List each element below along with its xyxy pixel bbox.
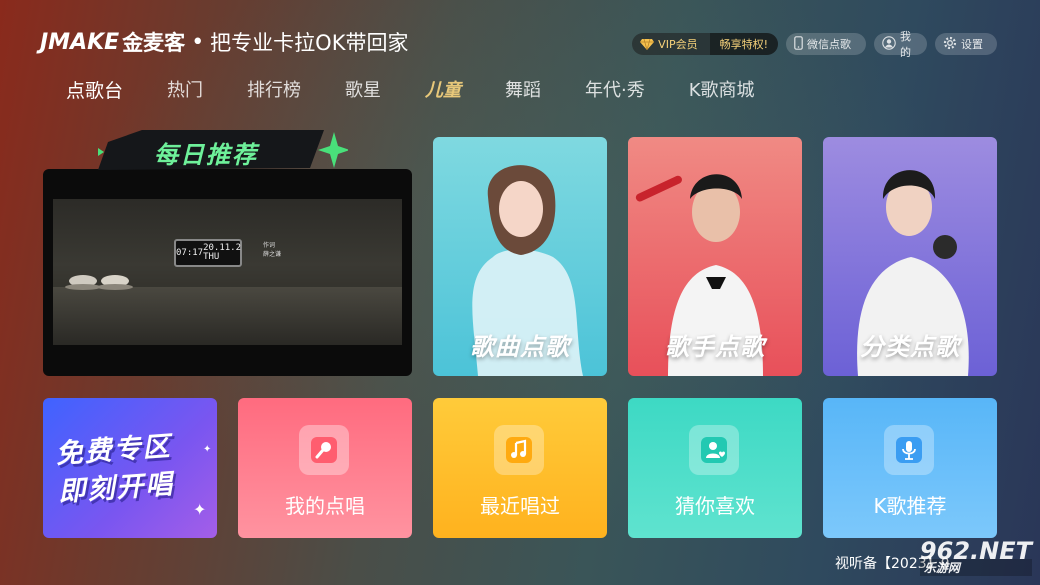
recent-songs-tile[interactable]: 最近唱过 xyxy=(433,398,607,538)
music-note-icon xyxy=(494,425,544,475)
credit-line-1: 作词 xyxy=(263,242,276,249)
phone-icon xyxy=(794,35,803,53)
tab-dance[interactable]: 舞蹈 xyxy=(505,76,541,102)
logo-mark: JMAKE xyxy=(40,29,120,55)
daily-recommend-title: 每日推荐 xyxy=(154,141,258,169)
category-search-card[interactable]: 分类点歌 xyxy=(823,137,997,376)
slogan: 把专业卡拉OK带回家 xyxy=(210,31,409,55)
user-heart-icon xyxy=(689,425,739,475)
vip-promo: 畅享特权! xyxy=(709,33,778,55)
tab-kids[interactable]: 儿童 xyxy=(425,76,461,102)
singer-search-card[interactable]: 歌手点歌 xyxy=(628,137,802,376)
my-songs-tile[interactable]: 我的点唱 xyxy=(238,398,412,538)
mic-stand-icon xyxy=(884,425,934,475)
wechat-song-label: 微信点歌 xyxy=(807,38,851,51)
free-zone-line-2: 即刻开唱 xyxy=(57,468,176,508)
tab-k-song-mall[interactable]: K歌商城 xyxy=(689,76,755,102)
clock-day: THU xyxy=(203,252,220,262)
user-icon xyxy=(882,35,896,53)
category-search-label: 分类点歌 xyxy=(860,333,960,361)
diamond-icon xyxy=(640,38,655,50)
settings-button[interactable]: 设置 xyxy=(935,33,997,55)
vip-label: VIP会员 xyxy=(658,38,698,51)
tab-singers[interactable]: 歌星 xyxy=(345,76,381,102)
logo-separator: • xyxy=(191,29,205,55)
vip-button[interactable]: VIP会员 畅享特权! xyxy=(632,33,778,55)
video-credits: 作词 薛之谦 xyxy=(263,241,281,259)
app-header: JMAKE 金麦客 • 把专业卡拉OK带回家 xyxy=(40,22,408,62)
clock-display: 07:17 20.11.2 THU xyxy=(174,239,242,267)
wechat-song-button[interactable]: 微信点歌 xyxy=(786,33,866,55)
daily-recommend-tag: 每日推荐 xyxy=(98,130,348,170)
guess-you-like-label: 猜你喜欢 xyxy=(675,494,755,518)
watermark: 962.NET 乐游网 xyxy=(919,537,1032,576)
clock-time: 07:17 xyxy=(176,248,204,258)
mine-label: 我的 xyxy=(900,30,911,59)
tab-rankings[interactable]: 排行榜 xyxy=(247,76,301,102)
main-nav: 点歌台 热门 排行榜 歌星 儿童 舞蹈 年代·秀 K歌商城 xyxy=(66,76,799,102)
singer-search-label: 歌手点歌 xyxy=(665,333,765,361)
gear-icon xyxy=(943,36,957,53)
tab-hot[interactable]: 热门 xyxy=(167,76,203,102)
desk-scene xyxy=(53,287,402,345)
settings-label: 设置 xyxy=(961,38,983,51)
tab-eras-show[interactable]: 年代·秀 xyxy=(585,76,645,102)
free-zone-text: 免费专区 即刻开唱 xyxy=(54,428,176,512)
microphone-icon xyxy=(299,425,349,475)
guess-you-like-tile[interactable]: 猜你喜欢 xyxy=(628,398,802,538)
mine-button[interactable]: 我的 xyxy=(874,30,927,59)
cups-decoration xyxy=(65,275,133,290)
video-preview: 07:17 20.11.2 THU 作词 薛之谦 xyxy=(53,199,402,345)
sparkle-icon: ✦ xyxy=(193,500,207,519)
credit-line-2: 薛之谦 xyxy=(263,251,282,258)
logo-name: 金麦客 xyxy=(122,31,186,55)
song-search-label: 歌曲点歌 xyxy=(470,333,570,361)
sparkle-icon: ✦ xyxy=(203,444,212,455)
top-right-actions: VIP会员 畅享特权! 微信点歌 我的 设置 xyxy=(632,30,997,59)
song-search-card[interactable]: 歌曲点歌 xyxy=(433,137,607,376)
daily-recommend-card[interactable]: 07:17 20.11.2 THU 作词 薛之谦 xyxy=(43,169,412,376)
my-songs-label: 我的点唱 xyxy=(285,494,365,518)
tab-song-station[interactable]: 点歌台 xyxy=(66,76,123,103)
k-song-recommend-label: K歌推荐 xyxy=(873,494,947,518)
recent-songs-label: 最近唱过 xyxy=(480,494,560,518)
k-song-recommend-tile[interactable]: K歌推荐 xyxy=(823,398,997,538)
free-zone-tile[interactable]: 免费专区 即刻开唱 ✦ ✦ xyxy=(43,398,217,538)
